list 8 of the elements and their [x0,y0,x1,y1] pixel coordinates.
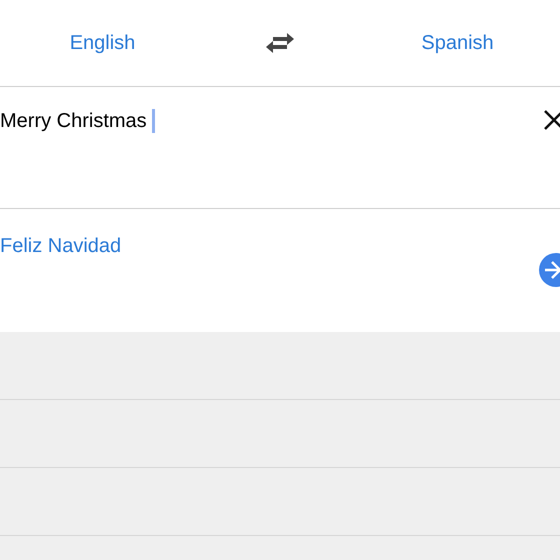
target-language-button[interactable]: Spanish [421,28,494,58]
input-field[interactable]: Merry Christmas [0,106,155,136]
translate-button[interactable] [539,253,560,287]
close-icon [543,110,560,130]
swap-icon [265,32,295,54]
clear-button[interactable] [543,110,560,130]
source-language-button[interactable]: English [70,28,136,58]
translation-text: Feliz Navidad [0,234,122,259]
